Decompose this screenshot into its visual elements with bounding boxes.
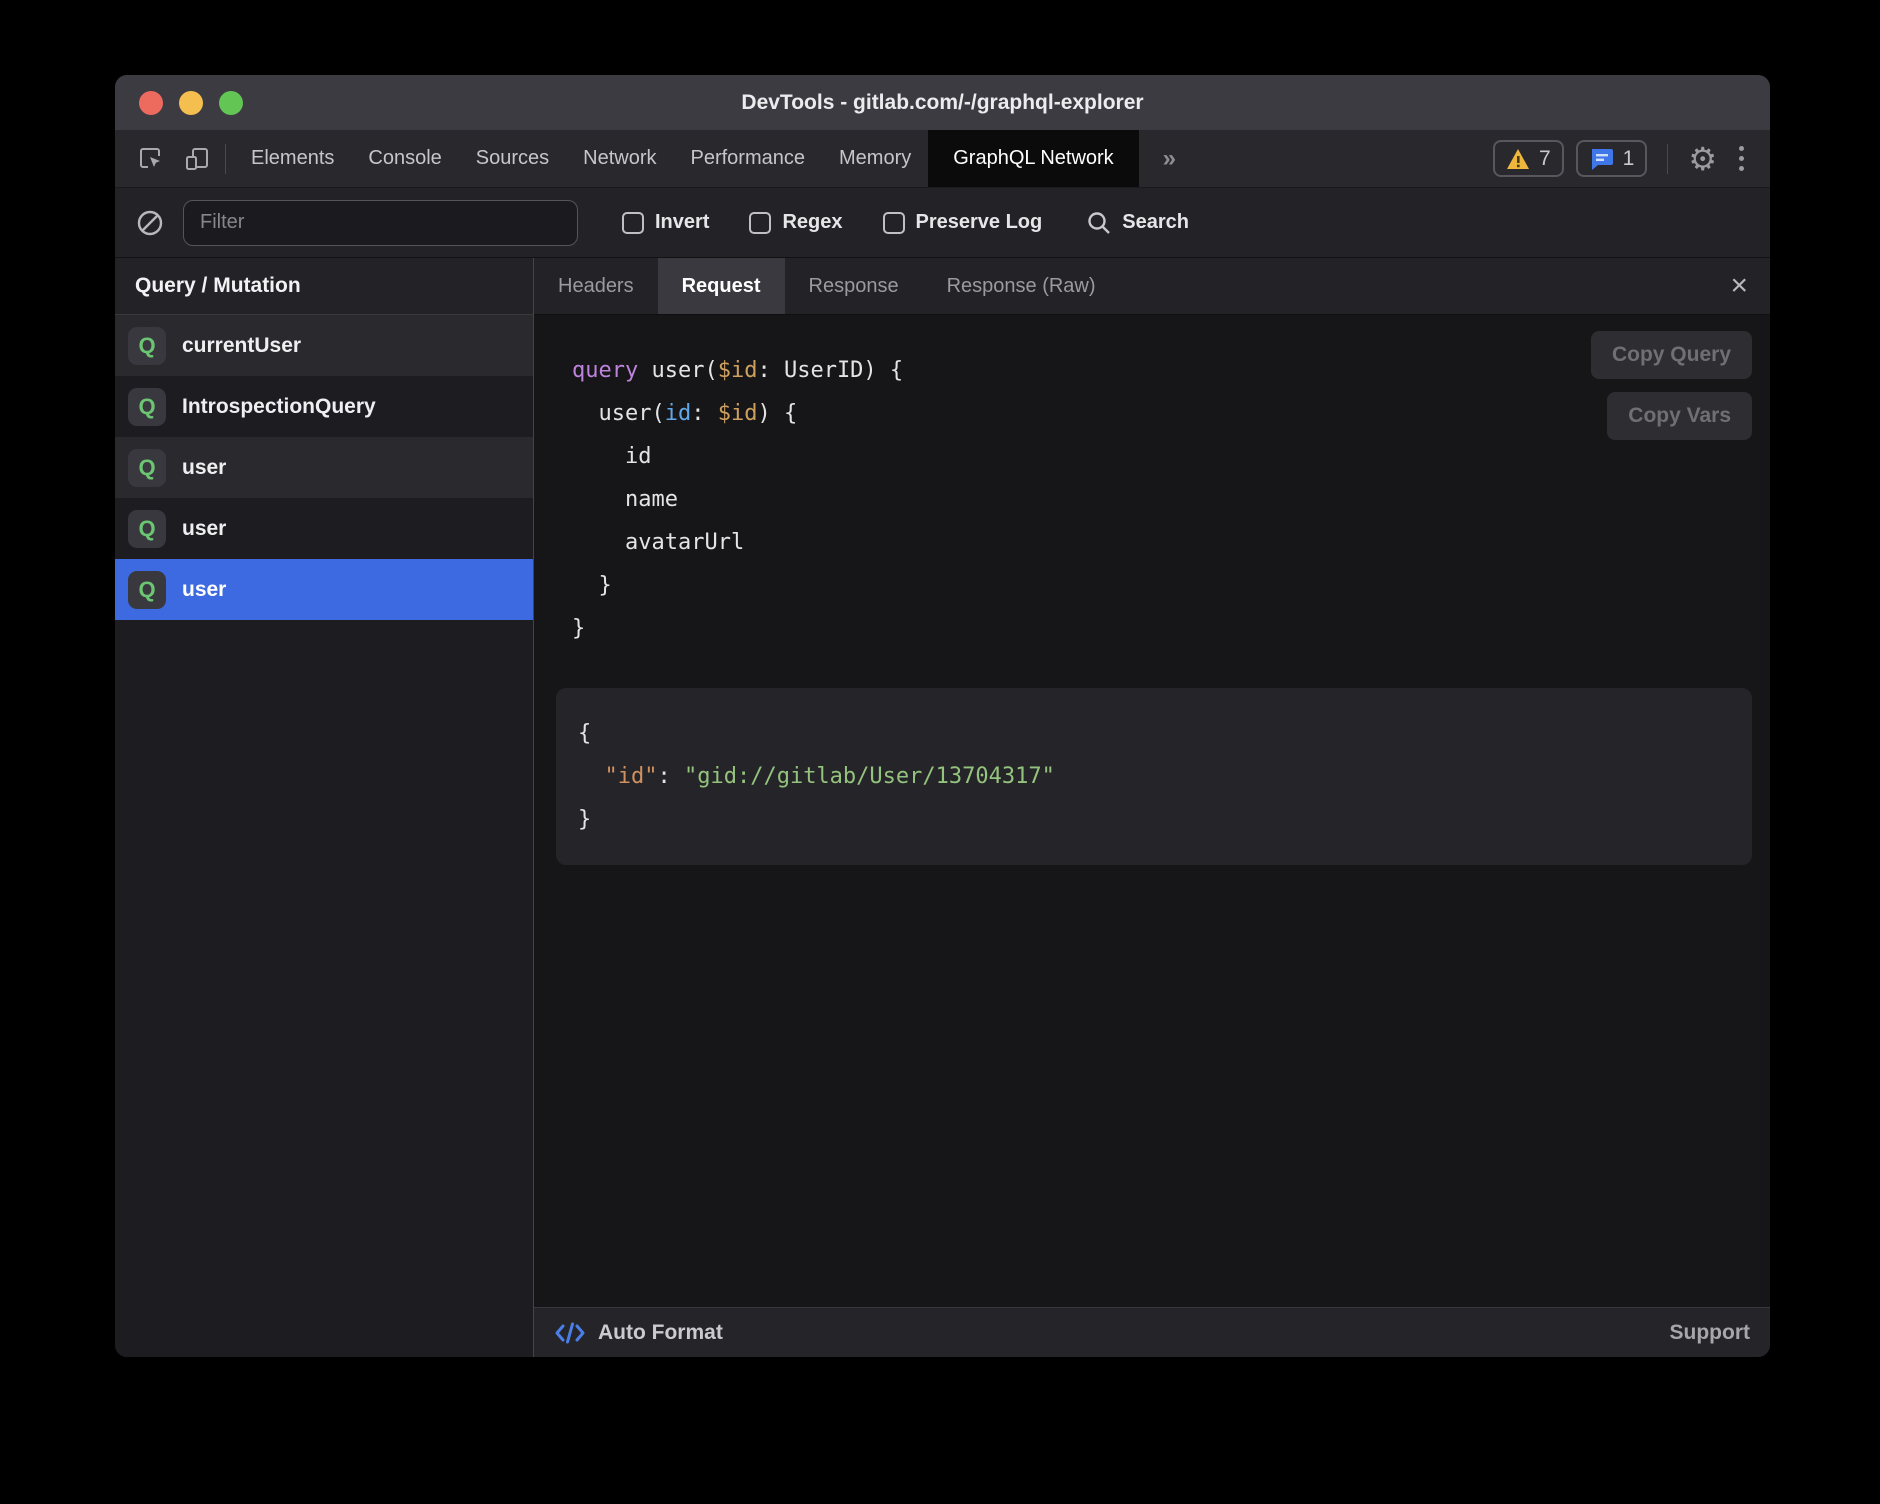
warning-count: 7 bbox=[1539, 147, 1551, 171]
query-list-item[interactable]: Q IntrospectionQuery bbox=[115, 376, 533, 437]
query-list-item[interactable]: Q currentUser bbox=[115, 315, 533, 376]
tab-response-raw[interactable]: Response (Raw) bbox=[923, 258, 1120, 314]
code-icon bbox=[554, 1321, 586, 1345]
search-icon bbox=[1086, 210, 1112, 236]
tab-headers[interactable]: Headers bbox=[534, 258, 658, 314]
more-tabs-chevron-icon[interactable]: » bbox=[1139, 130, 1200, 187]
query-name: user bbox=[182, 578, 226, 602]
detail-tab-strip: Headers Request Response Response (Raw) … bbox=[534, 258, 1770, 315]
preserve-log-checkbox[interactable]: Preserve Log bbox=[883, 211, 1043, 234]
settings-gear-icon[interactable]: ⚙ bbox=[1688, 143, 1717, 175]
warning-icon bbox=[1506, 148, 1530, 170]
query-type-badge: Q bbox=[128, 327, 166, 365]
devtools-tab-strip: Elements Console Sources Network Perform… bbox=[234, 130, 1200, 187]
tab-graphql-network[interactable]: GraphQL Network bbox=[928, 130, 1138, 187]
query-type-badge: Q bbox=[128, 510, 166, 548]
query-name: user bbox=[182, 456, 226, 480]
tab-memory[interactable]: Memory bbox=[822, 130, 928, 187]
invert-checkbox[interactable]: Invert bbox=[622, 211, 709, 234]
traffic-lights bbox=[139, 75, 243, 130]
device-toolbar-icon[interactable] bbox=[177, 139, 217, 179]
tab-sources[interactable]: Sources bbox=[459, 130, 566, 187]
query-list-item[interactable]: Q user bbox=[115, 437, 533, 498]
tab-console[interactable]: Console bbox=[351, 130, 458, 187]
support-link[interactable]: Support bbox=[1670, 1321, 1750, 1345]
tab-response[interactable]: Response bbox=[785, 258, 923, 314]
devtools-toolbar: Elements Console Sources Network Perform… bbox=[115, 130, 1770, 188]
filter-input[interactable] bbox=[183, 200, 578, 246]
copy-vars-button[interactable]: Copy Vars bbox=[1607, 392, 1752, 440]
close-panel-icon[interactable]: × bbox=[1708, 258, 1770, 314]
checkbox-box bbox=[622, 212, 644, 234]
graphql-query-code: query user($id: UserID) { user(id: $id) … bbox=[572, 349, 1752, 650]
query-variables-box: { "id": "gid://gitlab/User/13704317"} bbox=[556, 688, 1752, 865]
devtools-window: DevTools - gitlab.com/-/graphql-explorer… bbox=[115, 75, 1770, 1357]
warnings-badge[interactable]: 7 bbox=[1493, 140, 1564, 177]
tab-performance[interactable]: Performance bbox=[674, 130, 823, 187]
query-list-sidebar: Query / Mutation Q currentUser Q Introsp… bbox=[115, 258, 534, 1357]
search-toggle[interactable]: Search bbox=[1086, 210, 1189, 236]
query-name: currentUser bbox=[182, 334, 301, 358]
window-title: DevTools - gitlab.com/-/graphql-explorer bbox=[741, 91, 1143, 115]
regex-label: Regex bbox=[782, 211, 842, 234]
query-name: IntrospectionQuery bbox=[182, 395, 376, 419]
clear-block-icon[interactable] bbox=[135, 208, 165, 238]
checkbox-box bbox=[883, 212, 905, 234]
query-type-badge: Q bbox=[128, 388, 166, 426]
query-list-item-selected[interactable]: Q user bbox=[115, 559, 533, 620]
close-window-button[interactable] bbox=[139, 91, 163, 115]
detail-panel: Headers Request Response Response (Raw) … bbox=[534, 258, 1770, 1357]
query-type-badge: Q bbox=[128, 571, 166, 609]
checkbox-box bbox=[749, 212, 771, 234]
toolbar-separator bbox=[1667, 144, 1668, 174]
auto-format-label: Auto Format bbox=[598, 1321, 723, 1345]
tab-network[interactable]: Network bbox=[566, 130, 673, 187]
request-content: Copy Query Copy Vars query user($id: Use… bbox=[534, 315, 1770, 1307]
filter-bar: Invert Regex Preserve Log Search bbox=[115, 188, 1770, 258]
query-list-item[interactable]: Q user bbox=[115, 498, 533, 559]
zoom-window-button[interactable] bbox=[219, 91, 243, 115]
issues-count: 1 bbox=[1623, 147, 1635, 171]
issues-badge[interactable]: 1 bbox=[1576, 140, 1648, 177]
panel-footer: Auto Format Support bbox=[534, 1307, 1770, 1357]
minimize-window-button[interactable] bbox=[179, 91, 203, 115]
query-type-badge: Q bbox=[128, 449, 166, 487]
main-split: Query / Mutation Q currentUser Q Introsp… bbox=[115, 258, 1770, 1357]
query-name: user bbox=[182, 517, 226, 541]
tab-elements[interactable]: Elements bbox=[234, 130, 351, 187]
invert-label: Invert bbox=[655, 211, 709, 234]
copy-query-button[interactable]: Copy Query bbox=[1591, 331, 1752, 379]
regex-checkbox[interactable]: Regex bbox=[749, 211, 842, 234]
title-bar: DevTools - gitlab.com/-/graphql-explorer bbox=[115, 75, 1770, 130]
toolbar-separator bbox=[225, 144, 226, 174]
tab-request[interactable]: Request bbox=[658, 258, 785, 314]
preserve-log-label: Preserve Log bbox=[916, 211, 1043, 234]
inspect-element-icon[interactable] bbox=[131, 139, 171, 179]
search-label: Search bbox=[1122, 211, 1189, 234]
auto-format-button[interactable]: Auto Format bbox=[554, 1321, 723, 1345]
message-icon bbox=[1589, 147, 1614, 171]
kebab-menu-icon[interactable] bbox=[1729, 140, 1754, 177]
sidebar-header: Query / Mutation bbox=[115, 258, 533, 315]
